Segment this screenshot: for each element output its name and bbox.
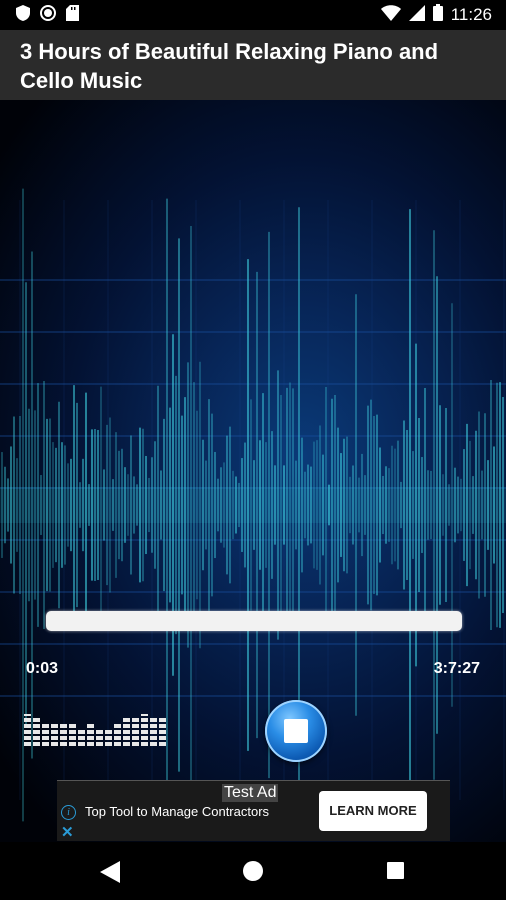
- ad-label: Test Ad: [222, 784, 279, 802]
- wifi-icon: [380, 4, 401, 26]
- ad-text[interactable]: Top Tool to Manage Contractors: [85, 804, 269, 819]
- page-title: 3 Hours of Beautiful Relaxing Piano and …: [20, 39, 439, 93]
- ad-banner[interactable]: Test Ad i ✕ Top Tool to Manage Contracto…: [57, 780, 450, 841]
- stop-button[interactable]: [265, 700, 327, 762]
- waveform-background: 0:03 3:7:27: [0, 100, 506, 842]
- ad-close-icon[interactable]: ✕: [61, 823, 74, 841]
- ad-info-icon[interactable]: i: [61, 805, 76, 820]
- stop-icon: [284, 719, 308, 743]
- total-duration: 3:7:27: [433, 660, 480, 677]
- learn-more-button[interactable]: LEARN MORE: [319, 791, 427, 831]
- status-time: 11:26: [450, 5, 492, 24]
- record-icon: [40, 4, 56, 26]
- home-icon[interactable]: [243, 861, 263, 881]
- elapsed-time: 0:03: [26, 660, 59, 677]
- back-icon[interactable]: [100, 861, 120, 888]
- status-bar: 11:26: [0, 0, 506, 30]
- signal-icon: [408, 4, 425, 26]
- battery-icon: [432, 4, 443, 26]
- title-bar: 3 Hours of Beautiful Relaxing Piano and …: [0, 30, 506, 100]
- sd-card-icon: [66, 4, 79, 26]
- recents-icon[interactable]: [387, 862, 404, 879]
- progress-bar[interactable]: [46, 611, 462, 631]
- navigation-bar: [0, 842, 506, 900]
- shield-icon: [16, 4, 30, 26]
